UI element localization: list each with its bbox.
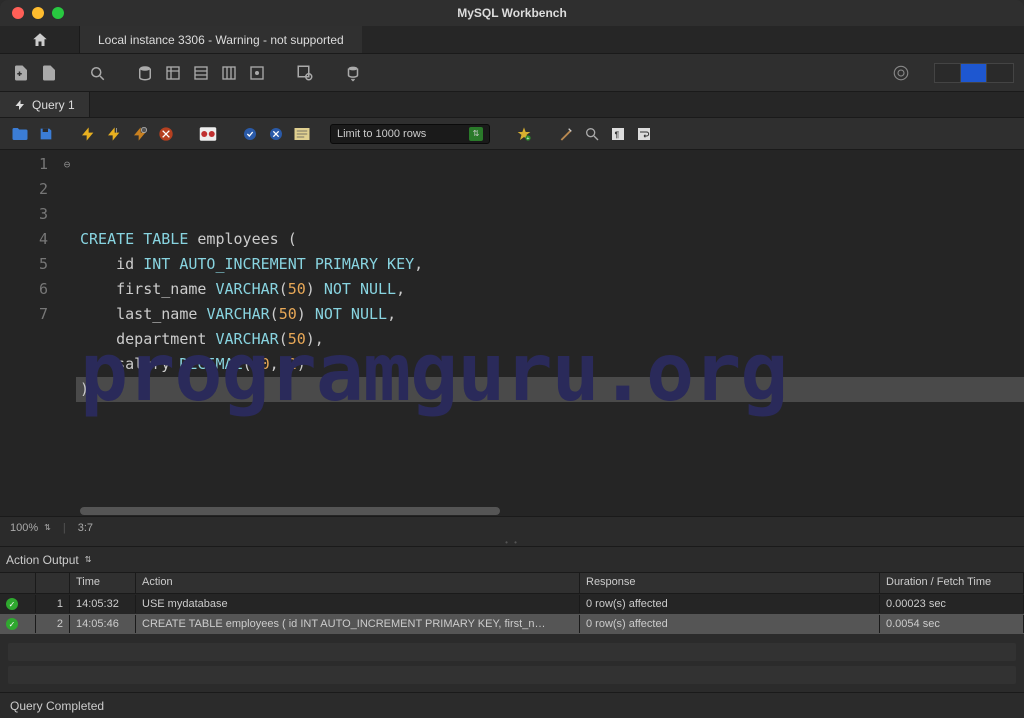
select-chevron-icon: ⇅: [469, 127, 483, 141]
row-limit-select[interactable]: Limit to 1000 rows ⇅: [330, 124, 490, 144]
action-output-table: Time Action Response Duration / Fetch Ti…: [0, 572, 1024, 634]
select-chevron-icon: ⇅: [85, 555, 92, 564]
save-file-icon[interactable]: [36, 124, 56, 144]
status-footer: Query Completed: [0, 692, 1024, 718]
toggle-output-panel-button[interactable]: [987, 64, 1013, 82]
sql-editor[interactable]: 1234567 ⊖ programguru.org CREATE TABLE e…: [0, 150, 1024, 516]
execute-icon[interactable]: [78, 124, 98, 144]
toggle-autocommit-icon[interactable]: [198, 124, 218, 144]
query-tab[interactable]: Query 1: [0, 92, 90, 117]
output-type-select[interactable]: Action Output ⇅: [6, 553, 91, 567]
status-text: Query Completed: [10, 699, 104, 713]
toggle-secondary-sidebar-button[interactable]: [961, 64, 987, 82]
rollback-icon[interactable]: [266, 124, 286, 144]
panel-toggle-group: [934, 63, 1014, 83]
output-row[interactable]: ✓214:05:46CREATE TABLE employees ( id IN…: [0, 614, 1024, 634]
inspector-icon[interactable]: [86, 62, 108, 84]
app-window: MySQL Workbench Local instance 3306 - Wa…: [0, 0, 1024, 718]
connection-tab[interactable]: Local instance 3306 - Warning - not supp…: [80, 26, 362, 53]
row-limit-label: Limit to 1000 rows: [337, 128, 426, 140]
svg-text:¶: ¶: [615, 130, 620, 139]
connection-tab-bar: Local instance 3306 - Warning - not supp…: [0, 26, 1024, 54]
zoom-level[interactable]: 100%: [10, 522, 38, 534]
zoom-chevron-icon[interactable]: ⇅: [44, 523, 51, 532]
home-tab[interactable]: [0, 26, 80, 53]
commit-icon[interactable]: [240, 124, 260, 144]
stop-icon[interactable]: [156, 124, 176, 144]
col-response[interactable]: Response: [580, 573, 880, 593]
window-title: MySQL Workbench: [457, 6, 567, 20]
col-time[interactable]: Time: [70, 573, 136, 593]
create-schema-icon[interactable]: [134, 62, 156, 84]
home-icon: [31, 31, 49, 49]
titlebar: MySQL Workbench: [0, 0, 1024, 26]
col-duration[interactable]: Duration / Fetch Time: [880, 573, 1024, 593]
output-empty-area: [0, 634, 1024, 692]
output-header-row: Time Action Response Duration / Fetch Ti…: [0, 572, 1024, 594]
favorite-icon[interactable]: +: [514, 124, 534, 144]
reconnect-icon[interactable]: [342, 62, 364, 84]
explain-icon[interactable]: [130, 124, 150, 144]
search-table-data-icon[interactable]: [294, 62, 316, 84]
sash[interactable]: • •: [0, 538, 1024, 546]
minimize-window-button[interactable]: [32, 7, 44, 19]
connection-tab-label: Local instance 3306 - Warning - not supp…: [98, 33, 344, 47]
query-tab-label: Query 1: [32, 98, 75, 112]
create-function-icon[interactable]: [246, 62, 268, 84]
new-sql-tab-icon[interactable]: [10, 62, 32, 84]
svg-text:+: +: [526, 136, 529, 142]
line-number-gutter: 1234567: [0, 150, 58, 516]
editor-toolbar: I Limit to 1000 rows ⇅ + ¶: [0, 118, 1024, 150]
open-sql-file-icon[interactable]: [38, 62, 60, 84]
find-icon[interactable]: [582, 124, 602, 144]
editor-statusbar: 100% ⇅ | 3:7: [0, 516, 1024, 538]
create-table-icon[interactable]: [162, 62, 184, 84]
col-action[interactable]: Action: [136, 573, 580, 593]
create-view-icon[interactable]: [190, 62, 212, 84]
beautify-icon[interactable]: [556, 124, 576, 144]
output-panel-header: Action Output ⇅: [0, 546, 1024, 572]
output-row[interactable]: ✓114:05:32USE mydatabase0 row(s) affecte…: [0, 594, 1024, 614]
output-type-label: Action Output: [6, 553, 79, 567]
toggle-limit-icon[interactable]: [292, 124, 312, 144]
close-window-button[interactable]: [12, 7, 24, 19]
maximize-window-button[interactable]: [52, 7, 64, 19]
settings-icon[interactable]: [890, 62, 912, 84]
svg-text:I: I: [115, 127, 117, 134]
fold-gutter: ⊖: [58, 150, 76, 516]
toggle-sidebar-button[interactable]: [935, 64, 961, 82]
cursor-position: 3:7: [78, 522, 93, 534]
query-tab-bar: Query 1: [0, 92, 1024, 118]
lightning-icon: [14, 99, 26, 111]
wrap-icon[interactable]: [634, 124, 654, 144]
code-area[interactable]: programguru.org CREATE TABLE employees (…: [76, 150, 1024, 516]
open-file-icon[interactable]: [10, 124, 30, 144]
execute-current-icon[interactable]: I: [104, 124, 124, 144]
main-toolbar: [0, 54, 1024, 92]
invisible-chars-icon[interactable]: ¶: [608, 124, 628, 144]
create-procedure-icon[interactable]: [218, 62, 240, 84]
horizontal-scrollbar[interactable]: [80, 506, 1024, 516]
